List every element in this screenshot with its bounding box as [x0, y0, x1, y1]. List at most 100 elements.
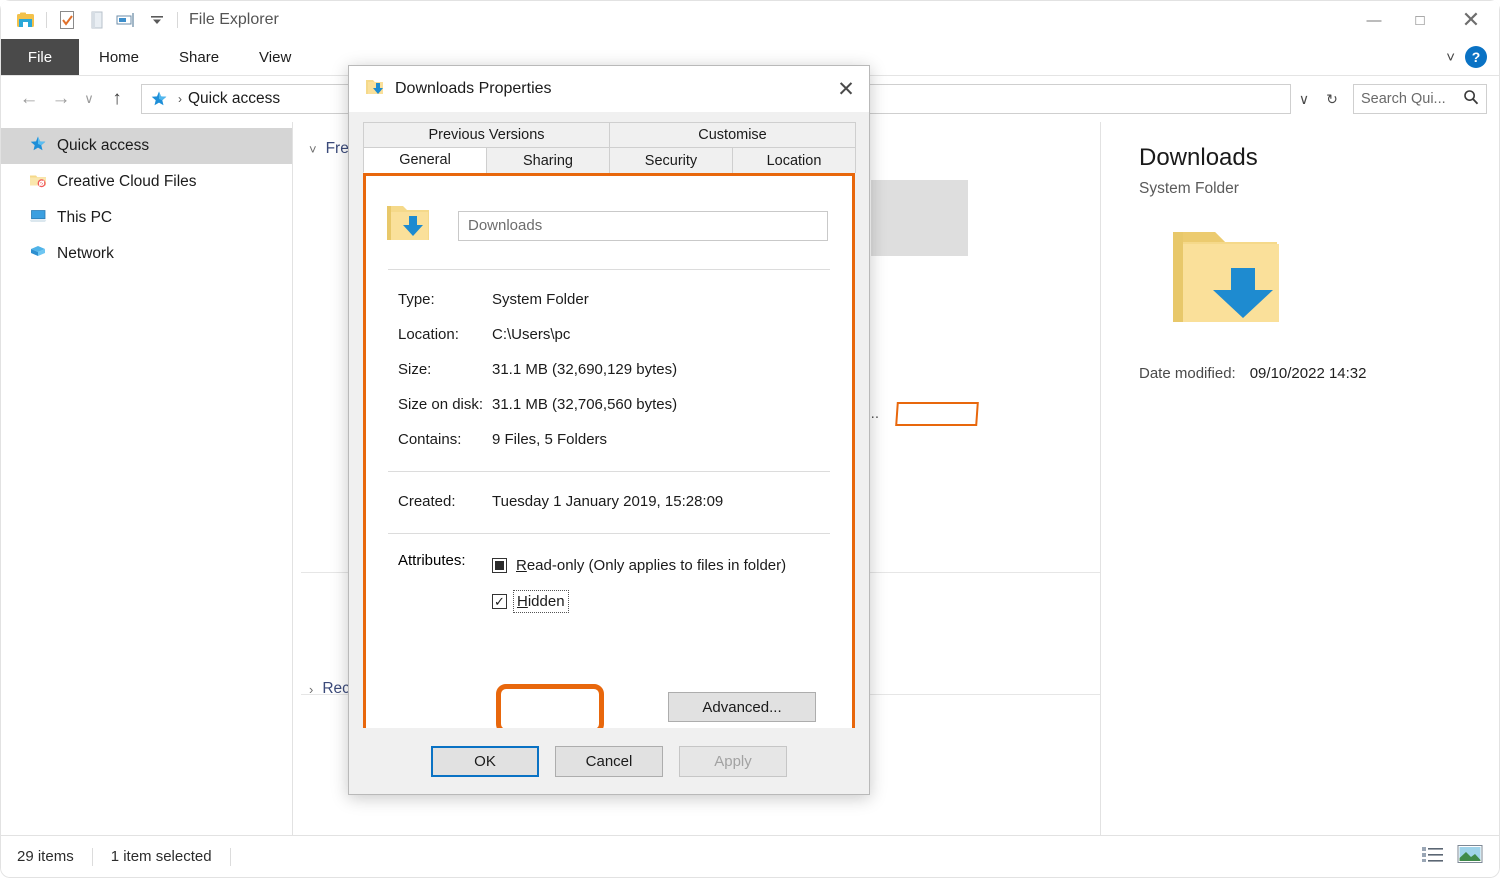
property-row-size-on-disk: Size on disk: 31.1 MB (32,706,560 bytes)	[384, 387, 834, 422]
dialog-title: Downloads Properties	[395, 80, 552, 97]
ribbon-right-controls: ˅ ?	[1446, 39, 1499, 75]
cancel-button[interactable]: Cancel	[555, 745, 663, 777]
forward-button[interactable]: →	[45, 83, 77, 115]
sidebar-item-creative-cloud-files[interactable]: Creative Cloud Files	[1, 164, 292, 200]
maximize-button[interactable]: □	[1397, 1, 1443, 39]
screen-root: File Explorer — □ ✕ File Home Share View…	[0, 0, 1500, 878]
breadcrumb[interactable]: Quick access	[188, 90, 280, 108]
search-placeholder: Search Qui...	[1361, 91, 1446, 107]
readonly-checkbox-row[interactable]: Read-only (Only applies to files in fold…	[492, 552, 834, 578]
search-input[interactable]: Search Qui...	[1353, 84, 1487, 114]
address-history-icon[interactable]: ∨	[1291, 85, 1317, 113]
tab-previous-versions[interactable]: Previous Versions	[363, 122, 610, 147]
dialog-divider	[388, 269, 830, 270]
window-title: File Explorer	[189, 11, 279, 28]
group-header-recent-files[interactable]: › Rec	[309, 680, 350, 698]
minimize-button[interactable]: —	[1351, 1, 1397, 39]
tab-security[interactable]: Security	[609, 147, 733, 173]
tab-location[interactable]: Location	[732, 147, 856, 173]
tab-view[interactable]: View	[239, 39, 311, 75]
tab-sharing[interactable]: Sharing	[486, 147, 610, 173]
group-header-frequent-folders[interactable]: ˅ Fre	[309, 140, 349, 158]
sidebar-item-this-pc[interactable]: This PC	[1, 200, 292, 236]
hidden-rest: idden	[527, 592, 565, 610]
chevron-down-icon[interactable]: ˅	[1446, 49, 1455, 66]
annotation-box-path	[895, 402, 979, 426]
tab-home[interactable]: Home	[79, 39, 159, 75]
folder-name-row: Downloads	[384, 194, 834, 255]
large-icons-view-icon[interactable]	[1457, 844, 1483, 869]
sidebar-item-quick-access[interactable]: Quick access	[1, 128, 292, 164]
readonly-checkbox[interactable]	[492, 557, 507, 573]
sidebar-item-label: This PC	[57, 209, 113, 226]
folder-blank-icon[interactable]	[82, 5, 112, 35]
sidebar-item-network[interactable]: Network	[1, 236, 292, 272]
up-button[interactable]: ↑	[101, 83, 133, 115]
property-value: Tuesday 1 January 2019, 15:28:09	[492, 493, 724, 510]
downloads-folder-icon	[365, 78, 385, 101]
downloads-folder-icon	[384, 202, 432, 249]
breadcrumb-separator: ›	[178, 92, 182, 106]
title-divider	[177, 12, 178, 28]
dialog-footer: OK Cancel Apply	[349, 728, 869, 794]
property-label: Location:	[398, 326, 459, 343]
details-pane: Downloads System Folder Date modified: 0…	[1101, 122, 1499, 835]
network-icon	[29, 243, 47, 266]
attributes-controls: Read-only (Only applies to files in fold…	[492, 552, 834, 614]
hidden-checkbox[interactable]: ✓	[492, 593, 507, 609]
help-button[interactable]: ?	[1465, 46, 1487, 68]
date-modified-label: Date modified:	[1139, 365, 1236, 382]
dialog-close-button[interactable]: ✕	[823, 66, 869, 112]
property-row-created: Created: Tuesday 1 January 2019, 15:28:0…	[384, 484, 834, 519]
readonly-suffix: (Only applies to files in folder)	[584, 556, 787, 574]
property-label: Contains:	[398, 431, 462, 448]
property-label: Size on disk:	[398, 396, 484, 413]
property-value: System Folder	[492, 291, 589, 308]
view-switcher	[1421, 844, 1483, 869]
selected-item-thumbnail[interactable]	[871, 180, 968, 256]
annotation-highlight-hidden	[496, 684, 604, 734]
property-label: Created:	[398, 493, 456, 510]
details-view-icon[interactable]	[1421, 845, 1445, 868]
properties-icon[interactable]	[52, 5, 82, 35]
this-pc-icon	[29, 207, 47, 230]
navigation-pane: Quick access Creative Cloud Files This P…	[1, 122, 293, 835]
creative-cloud-folder-icon	[29, 171, 47, 194]
chevron-down-icon: ˅	[309, 141, 317, 157]
window-controls: — □ ✕	[1351, 1, 1499, 39]
ribbon-display-icon[interactable]	[112, 5, 142, 35]
property-row-location: Location: C:\Users\pc	[384, 317, 834, 352]
page-title: Downloads	[1139, 144, 1258, 171]
star-pin-icon	[29, 135, 47, 158]
property-value: 31.1 MB (32,690,129 bytes)	[492, 361, 678, 378]
apply-button: Apply	[679, 745, 787, 777]
tab-file[interactable]: File	[1, 39, 79, 75]
dialog-title-bar: Downloads Properties ✕	[349, 66, 869, 112]
quick-access-toolbar: File Explorer	[1, 5, 279, 35]
group-header-label: Fre	[325, 140, 349, 157]
dialog-divider	[388, 471, 830, 472]
tab-share[interactable]: Share	[159, 39, 239, 75]
qat-dropdown-icon[interactable]	[142, 5, 172, 35]
recent-locations-button[interactable]: ∨	[77, 83, 101, 115]
refresh-icon[interactable]: ↻	[1319, 85, 1345, 113]
back-button[interactable]: ←	[13, 83, 45, 115]
tab-general[interactable]: General	[363, 147, 487, 173]
folder-name-input[interactable]: Downloads	[458, 210, 828, 241]
close-button[interactable]: ✕	[1443, 1, 1499, 39]
explorer-pin-icon[interactable]	[11, 5, 41, 35]
hidden-checkbox-row[interactable]: ✓ Hidden	[492, 588, 834, 614]
sidebar-item-label: Quick access	[57, 137, 150, 154]
dialog-tab-row-top: Previous Versions Customise	[363, 122, 856, 147]
readonly-label: Read-only (Only applies to files in fold…	[516, 557, 786, 574]
readonly-accel: R	[516, 556, 527, 574]
tab-customise[interactable]: Customise	[609, 122, 856, 147]
address-bar-actions: ∨ ↻	[1291, 85, 1345, 113]
date-modified-value: 09/10/2022 14:32	[1249, 365, 1367, 382]
ok-button[interactable]: OK	[431, 745, 539, 777]
date-modified-row: Date modified: 09/10/2022 14:32	[1139, 365, 1499, 382]
advanced-button[interactable]: Advanced...	[668, 692, 816, 722]
indeterminate-mark-icon	[495, 560, 504, 570]
dialog-divider	[388, 533, 830, 534]
attributes-label: Attributes:	[398, 552, 466, 569]
